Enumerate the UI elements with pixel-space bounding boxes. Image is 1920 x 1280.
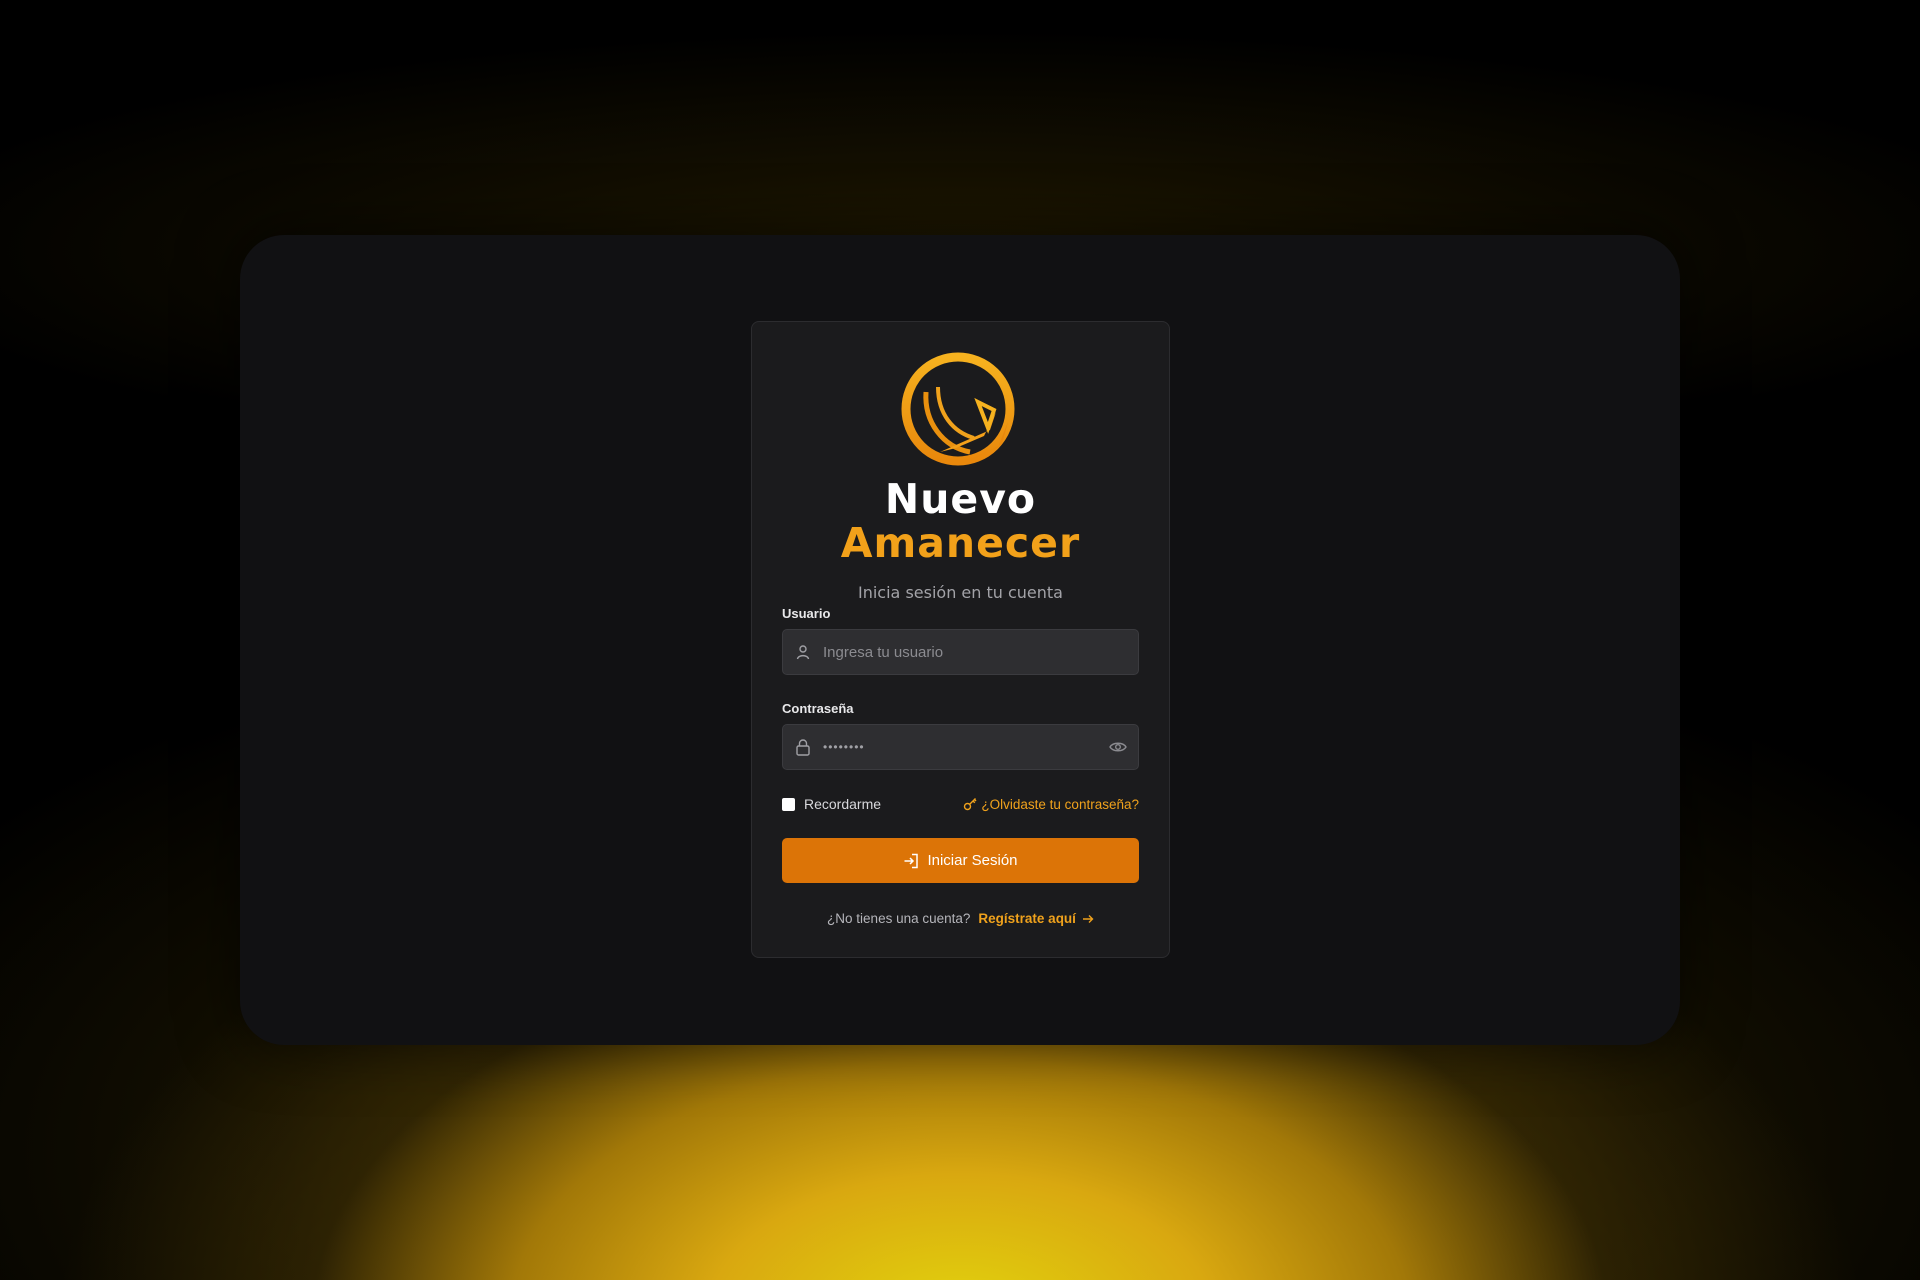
password-field[interactable]	[782, 724, 1139, 770]
forgot-password-link[interactable]: ¿Olvidaste tu contraseña?	[963, 797, 1139, 812]
signup-link[interactable]: Regístrate aquí	[978, 911, 1094, 926]
remember-label: Recordarme	[804, 796, 882, 812]
key-icon	[964, 798, 977, 811]
sign-in-icon	[904, 853, 919, 868]
eye-icon[interactable]	[1098, 741, 1138, 753]
brand-logo	[782, 352, 1139, 477]
login-card: Nuevo Amanecer Inicia sesión en tu cuent…	[751, 321, 1170, 958]
forgot-password-label: ¿Olvidaste tu contraseña?	[981, 796, 1139, 812]
brand-name: Nuevo Amanecer	[782, 477, 1139, 565]
brand-name-line2: Amanecer	[840, 519, 1081, 567]
lock-icon	[783, 738, 823, 756]
username-label: Usuario	[782, 606, 831, 621]
brand-name-line1: Nuevo	[884, 475, 1037, 523]
signup-prompt: ¿No tienes una cuenta?	[827, 911, 971, 926]
user-icon	[783, 644, 823, 660]
sunrise-logo-icon	[901, 352, 1015, 466]
remember-checkbox[interactable]	[782, 797, 795, 811]
remember-me[interactable]: Recordarme	[782, 796, 881, 812]
signup-link-label: Regístrate aquí	[978, 911, 1076, 926]
password-label: Contraseña	[782, 701, 854, 716]
username-field[interactable]	[782, 629, 1139, 675]
password-input[interactable]	[823, 725, 1098, 769]
sign-in-button[interactable]: Iniciar Sesión	[782, 838, 1139, 883]
login-subtitle: Inicia sesión en tu cuenta	[858, 583, 1063, 602]
sign-in-label: Iniciar Sesión	[927, 852, 1018, 869]
login-options: Recordarme ¿Olvidaste tu contraseña?	[782, 794, 1139, 814]
arrow-right-icon	[1082, 914, 1094, 923]
username-input[interactable]	[823, 630, 1138, 674]
signup-row: ¿No tienes una cuenta? Regístrate aquí	[782, 911, 1139, 926]
